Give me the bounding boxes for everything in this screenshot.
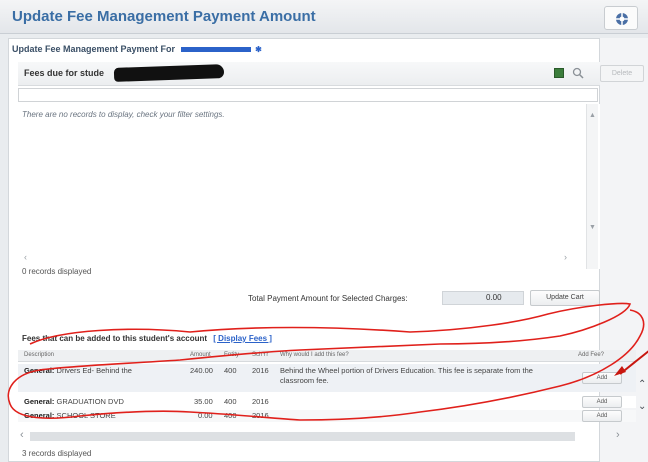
table-row[interactable]: General: SCHOOL STORE 0.00 400 2016 Add — [18, 410, 636, 422]
redacted-name — [180, 47, 251, 53]
subtitle-text: Update Fee Management Payment For — [12, 44, 176, 54]
fees-due-record-count: 0 records displayed — [22, 267, 92, 276]
total-payment-label: Total Payment Amount for Selected Charge… — [248, 294, 408, 303]
col-why[interactable]: Why would I add this fee? — [280, 352, 349, 358]
export-excel-icon[interactable] — [554, 68, 564, 78]
grid-filter-row[interactable] — [18, 88, 598, 102]
row-year: 2016 — [252, 397, 269, 406]
horizontal-scrollbar[interactable] — [30, 432, 575, 441]
redaction-scribble — [113, 64, 225, 82]
fees-due-label: Fees due for stude — [24, 68, 105, 78]
row-description: General: SCHOOL STORE — [24, 411, 116, 420]
vertical-scrollbar[interactable]: ▲ ▼ — [586, 104, 598, 269]
col-entity[interactable]: Entity — [224, 352, 239, 358]
row-year: 2016 — [252, 411, 269, 420]
table-row[interactable]: General: Drivers Ed- Behind the 240.00 4… — [18, 364, 636, 392]
info-icon[interactable]: ✱ — [255, 45, 262, 54]
scroll-right-icon[interactable]: › — [564, 252, 567, 262]
update-cart-button[interactable]: Update Cart — [530, 290, 600, 306]
row-description: General: GRADUATION DVD — [24, 397, 124, 406]
row-entity: 400 — [224, 397, 237, 406]
page-subtitle: Update Fee Management Payment For ✱ — [12, 44, 262, 54]
delete-button[interactable]: Delete — [600, 65, 644, 82]
add-fee-button[interactable]: Add — [582, 372, 622, 384]
row-description: General: Drivers Ed- Behind the — [24, 366, 132, 375]
addable-fees-title: Fees that can be added to this student's… — [22, 334, 272, 343]
addable-record-count: 3 records displayed — [22, 449, 92, 458]
chevron-down-icon[interactable]: ⌄ — [638, 396, 646, 418]
chevron-up-icon[interactable]: ⌃ — [638, 374, 646, 396]
add-fee-button[interactable]: Add — [582, 396, 622, 408]
row-amount: 0.00 — [198, 411, 213, 420]
addable-fees-table-header: Description Amount Entity SchYr Why woul… — [18, 350, 636, 362]
scroll-right-icon[interactable]: › — [616, 429, 620, 441]
empty-message: There are no records to display, check y… — [22, 110, 225, 119]
side-scroll-arrows[interactable]: ⌃ ⌄ — [638, 374, 646, 418]
scroll-down-icon[interactable]: ▼ — [589, 224, 596, 231]
row-amount: 240.00 — [190, 366, 213, 375]
table-row[interactable]: General: GRADUATION DVD 35.00 400 2016 A… — [18, 396, 636, 408]
scroll-left-icon[interactable]: ‹ — [20, 429, 24, 441]
total-payment-box — [442, 291, 524, 305]
scroll-left-icon[interactable]: ‹ — [24, 252, 27, 262]
row-entity: 400 — [224, 411, 237, 420]
search-filter-icon[interactable] — [572, 67, 584, 79]
fees-due-header: Fees due for stude — [18, 62, 600, 86]
window-title: Update Fee Management Payment Amount — [12, 8, 316, 25]
row-year: 2016 — [252, 366, 269, 375]
row-entity: 400 — [224, 366, 237, 375]
col-schyr[interactable]: SchYr — [252, 352, 268, 358]
col-add-fee[interactable]: Add Fee? — [578, 352, 604, 358]
col-amount[interactable]: Amount — [190, 352, 211, 358]
row-why: Behind the Wheel portion of Drivers Educ… — [280, 366, 533, 385]
col-description[interactable]: Description — [24, 352, 54, 358]
addable-fees-title-text: Fees that can be added to this student's… — [22, 334, 208, 343]
add-fee-button[interactable]: Add — [582, 410, 622, 422]
fees-due-grid — [18, 104, 600, 269]
window-titlebar: Update Fee Management Payment Amount — [0, 0, 648, 34]
total-payment-value: 0.00 — [486, 293, 502, 302]
display-fees-link[interactable]: [ Display Fees ] — [213, 334, 272, 343]
row-amount: 35.00 — [194, 397, 213, 406]
help-lifebuoy-icon — [616, 13, 628, 25]
scroll-up-icon[interactable]: ▲ — [589, 112, 596, 119]
help-button[interactable] — [604, 6, 638, 30]
